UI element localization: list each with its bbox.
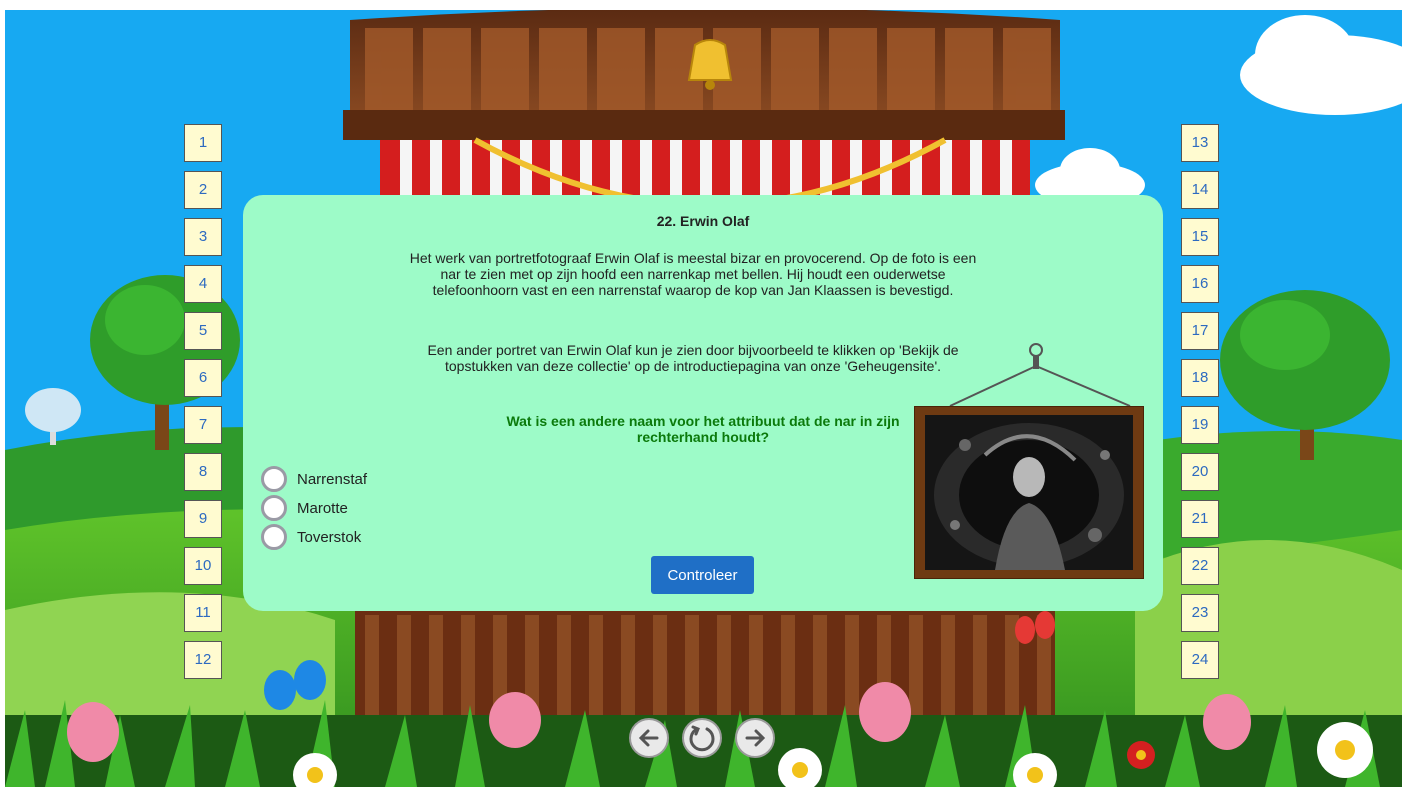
- tulip-icon: [67, 702, 119, 762]
- answer-label: Marotte: [297, 499, 348, 517]
- question-number-button[interactable]: 23: [1181, 594, 1219, 632]
- question-number-button[interactable]: 13: [1181, 124, 1219, 162]
- question-number-button[interactable]: 11: [184, 594, 222, 632]
- picture-hanger: [949, 343, 1131, 407]
- question-hint: Een ander portret van Erwin Olaf kun je …: [427, 342, 959, 374]
- question-prompt: Wat is een andere naam voor het attribuu…: [506, 413, 900, 445]
- answer-label: Narrenstaf: [297, 470, 368, 488]
- restart-button[interactable]: [682, 718, 722, 758]
- question-number-button[interactable]: 15: [1181, 218, 1219, 256]
- arrow-right-icon: [745, 729, 766, 747]
- question-number-button[interactable]: 17: [1181, 312, 1219, 350]
- framed-photo: [914, 406, 1144, 579]
- answer-label: Toverstok: [297, 528, 362, 546]
- next-button[interactable]: [735, 718, 775, 758]
- question-number-button[interactable]: 8: [184, 453, 222, 491]
- tree-icon: [25, 388, 81, 445]
- question-number-button[interactable]: 1: [184, 124, 222, 162]
- question-description: Het werk van portretfotograaf Erwin Olaf…: [409, 250, 977, 298]
- tulip-icon: [1203, 694, 1251, 750]
- tulip-icon: [489, 692, 541, 748]
- question-number-button[interactable]: 6: [184, 359, 222, 397]
- question-number-button[interactable]: 16: [1181, 265, 1219, 303]
- question-number-button[interactable]: 18: [1181, 359, 1219, 397]
- question-number-button[interactable]: 21: [1181, 500, 1219, 538]
- cloud-icon: [1240, 15, 1402, 115]
- previous-button[interactable]: [629, 718, 669, 758]
- arrow-left-icon: [638, 729, 659, 747]
- question-number-button[interactable]: 10: [184, 547, 222, 585]
- question-number-button[interactable]: 19: [1181, 406, 1219, 444]
- question-number-button[interactable]: 9: [184, 500, 222, 538]
- question-number-button[interactable]: 2: [184, 171, 222, 209]
- check-button[interactable]: Controleer: [651, 556, 754, 594]
- question-number-button[interactable]: 4: [184, 265, 222, 303]
- question-number-button[interactable]: 3: [184, 218, 222, 256]
- answer-option-toverstok[interactable]: Toverstok: [261, 523, 361, 551]
- answer-option-marotte[interactable]: Marotte: [261, 494, 348, 522]
- radio-button[interactable]: [261, 495, 287, 521]
- daisy-icon: [1317, 722, 1373, 778]
- question-number-button[interactable]: 7: [184, 406, 222, 444]
- question-number-button[interactable]: 14: [1181, 171, 1219, 209]
- jester-portrait-image: [925, 415, 1133, 570]
- restart-icon: [689, 725, 715, 752]
- answer-option-narrenstaf[interactable]: Narrenstaf: [261, 465, 367, 493]
- question-number-button[interactable]: 24: [1181, 641, 1219, 679]
- flower-icon: [1127, 741, 1155, 769]
- question-title: 22. Erwin Olaf: [656, 213, 750, 229]
- radio-button[interactable]: [261, 524, 287, 550]
- question-number-button[interactable]: 20: [1181, 453, 1219, 491]
- radio-button[interactable]: [261, 466, 287, 492]
- tulip-icon: [859, 682, 911, 742]
- question-number-button[interactable]: 5: [184, 312, 222, 350]
- question-number-button[interactable]: 22: [1181, 547, 1219, 585]
- question-number-button[interactable]: 12: [184, 641, 222, 679]
